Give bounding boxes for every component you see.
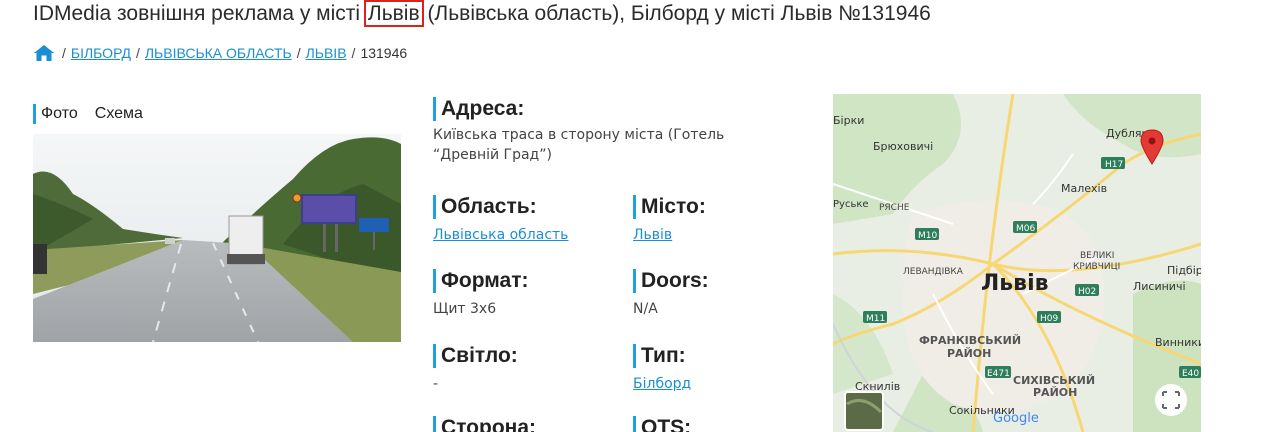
billboard-photo[interactable] <box>33 134 401 342</box>
road-shield-e40: E40 <box>1179 366 1201 379</box>
ots-label: OTS: <box>633 416 813 432</box>
map-label-sykhivskyi-raion: РАЙОН <box>1033 386 1077 399</box>
map-label-bryukhovychi: Брюховичі <box>873 140 933 153</box>
light-value: - <box>433 376 439 392</box>
map-label-frankivskyi-raion: РАЙОН <box>947 347 991 360</box>
road-shield-h02: H02 <box>1075 284 1099 297</box>
breadcrumb: / БІЛБОРД / ЛЬВІВСЬКА ОБЛАСТЬ / ЛЬВІВ / … <box>33 44 407 62</box>
map-label-malekhiv: Малехів <box>1061 182 1107 195</box>
svg-text:M06: M06 <box>1016 224 1035 234</box>
city-link[interactable]: Львів <box>633 227 672 243</box>
road-shield-e471: E471 <box>985 366 1011 379</box>
type-label: Тип: <box>633 344 813 368</box>
road-shield-m11: M11 <box>863 311 887 324</box>
address-value: Київська траса в сторону міста (Готель “… <box>433 127 725 163</box>
light-block: Світло: - <box>433 344 623 394</box>
ots-block: OTS: <box>633 416 813 432</box>
region-label: Область: <box>433 195 623 219</box>
home-icon[interactable] <box>33 44 55 62</box>
road-shield-h09: H09 <box>1037 311 1061 324</box>
type-link[interactable]: Білборд <box>633 376 691 392</box>
page-title: IDMedia зовнішня реклама у місті Львів (… <box>33 0 931 27</box>
doors-value: N/A <box>633 301 658 317</box>
svg-text:H17: H17 <box>1105 160 1123 170</box>
svg-text:E40: E40 <box>1182 369 1199 379</box>
city-block: Місто: Львів <box>633 195 813 245</box>
map-label-ruske: Руське <box>833 199 869 210</box>
page-title-before: IDMedia зовнішня реклама у місті <box>33 2 366 25</box>
map-label-velyki: ВЕЛИКІ <box>1080 251 1114 261</box>
page-title-city-highlight: Львів <box>363 0 424 27</box>
city-label: Місто: <box>633 195 813 219</box>
map-label-kryvchytsi: КРИВЧИЦІ <box>1073 262 1120 272</box>
doors-block: Doors: N/A <box>633 269 813 319</box>
svg-text:E471: E471 <box>987 369 1010 379</box>
road-shield-m10: M10 <box>915 228 939 241</box>
gallery-tabs: Фото Схема <box>33 104 143 124</box>
side-label: Сторона: <box>433 416 623 432</box>
breadcrumb-separator: / <box>351 45 356 61</box>
svg-text:H02: H02 <box>1078 287 1096 297</box>
svg-text:M11: M11 <box>866 314 885 324</box>
location-map[interactable]: Бірки Брюховичі Дубляни Малехів Руське Р… <box>833 94 1201 432</box>
map-attribution: Google <box>993 411 1039 426</box>
address-block: Адреса: Київська траса в сторону міста (… <box>433 97 793 165</box>
fullscreen-icon[interactable] <box>1155 384 1187 416</box>
region-link[interactable]: Львівська область <box>433 227 568 243</box>
map-label-vynnyky: Винники <box>1155 336 1201 349</box>
svg-text:M10: M10 <box>918 231 937 241</box>
map-layer-thumbnail[interactable] <box>844 391 884 431</box>
map-label-pidbirtsi: Підбір <box>1167 264 1201 277</box>
map-label-birky: Бірки <box>833 114 864 127</box>
map-label-lysynychi: Лисиничі <box>1133 280 1186 293</box>
format-value: Щит 3х6 <box>433 301 497 317</box>
type-block: Тип: Білборд <box>633 344 813 394</box>
format-label: Формат: <box>433 269 623 293</box>
region-block: Область: Львівська область <box>433 195 623 245</box>
breadcrumb-current: 131946 <box>360 45 408 61</box>
tab-scheme[interactable]: Схема <box>95 105 143 123</box>
breadcrumb-separator: / <box>296 45 301 61</box>
breadcrumb-separator: / <box>62 45 66 61</box>
map-label-levandivka: ЛЕВАНДІВКА <box>903 267 964 277</box>
breadcrumb-link-city[interactable]: ЛЬВІВ <box>306 45 347 61</box>
breadcrumb-link-region[interactable]: ЛЬВІВСЬКА ОБЛАСТЬ <box>145 45 292 61</box>
page-title-after: (Львівська область), Білборд у місті Льв… <box>421 2 931 25</box>
format-block: Формат: Щит 3х6 <box>433 269 623 319</box>
map-label-ryasne: РЯСНЕ <box>879 203 910 213</box>
side-block: Сторона: <box>433 416 623 432</box>
road-shield-h17: H17 <box>1101 157 1125 170</box>
map-label-lviv: Львів <box>981 271 1049 296</box>
road-shield-m06: M06 <box>1013 221 1037 234</box>
light-label: Світло: <box>433 344 623 368</box>
tab-photo[interactable]: Фото <box>41 105 78 123</box>
address-label: Адреса: <box>433 97 793 121</box>
map-label-frankivskyi: ФРАНКІВСЬКИЙ <box>919 334 1021 347</box>
breadcrumb-separator: / <box>135 45 140 61</box>
doors-label: Doors: <box>633 269 813 293</box>
svg-text:H09: H09 <box>1040 314 1058 324</box>
breadcrumb-link-billboard[interactable]: БІЛБОРД <box>71 45 131 61</box>
